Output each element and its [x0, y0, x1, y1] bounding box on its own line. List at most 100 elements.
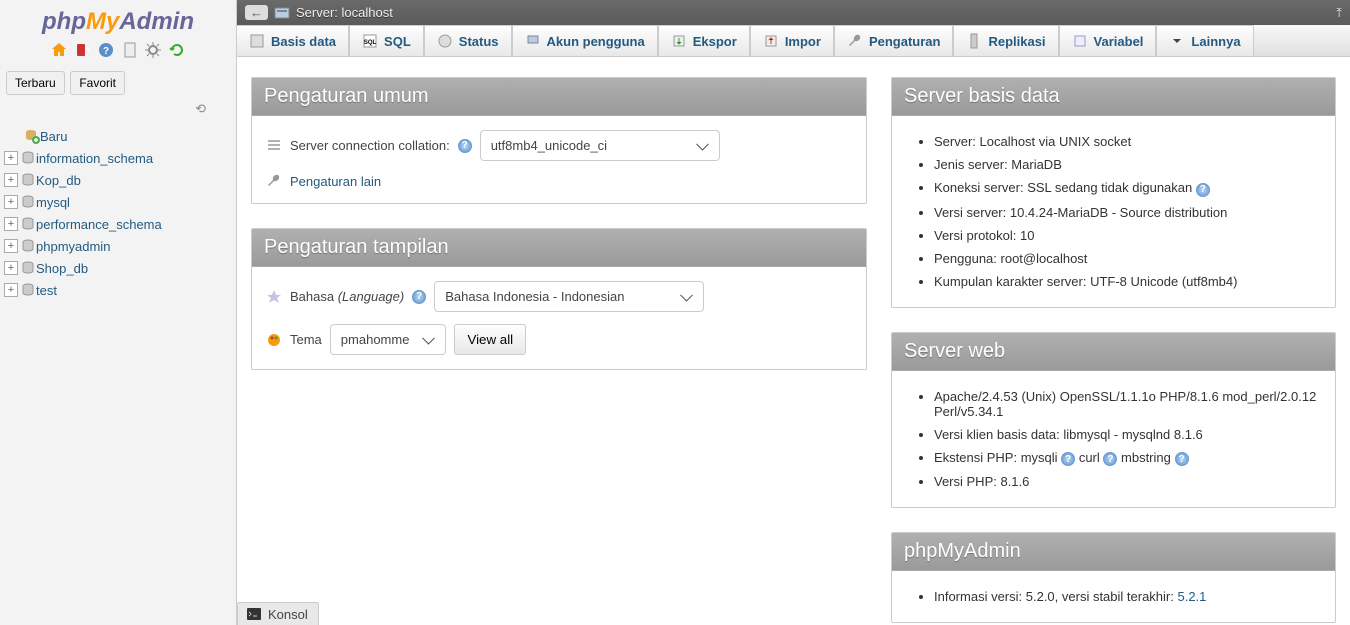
nav-databases[interactable]: Basis data — [237, 25, 349, 56]
db-tree-item[interactable]: + Shop_db — [0, 257, 236, 279]
nav-users[interactable]: Akun pengguna — [512, 25, 658, 56]
server-icon — [274, 5, 290, 21]
console-icon — [246, 606, 262, 622]
expand-icon[interactable]: + — [4, 151, 18, 165]
collapse-tree-icon[interactable]: ⟲ — [195, 101, 206, 116]
expand-icon[interactable]: + — [4, 195, 18, 209]
nav-more[interactable]: Lainnya — [1156, 25, 1253, 56]
view-all-themes-button[interactable]: View all — [454, 324, 526, 355]
docs-icon[interactable]: ? — [98, 42, 114, 58]
server-info-item: Versi protokol: 10 — [934, 224, 1321, 247]
db-tree-item[interactable]: + mysql — [0, 191, 236, 213]
logout-icon[interactable] — [75, 42, 91, 58]
nav-replication-icon — [966, 33, 982, 49]
server-info-item: Versi server: 10.4.24-MariaDB - Source d… — [934, 201, 1321, 224]
pma-version-info: Informasi versi: 5.2.0, versi stabil ter… — [934, 585, 1321, 608]
server-info-item: Jenis server: MariaDB — [934, 153, 1321, 176]
db-name: performance_schema — [36, 217, 162, 232]
help-icon[interactable]: ? — [412, 290, 426, 304]
expand-icon[interactable]: + — [4, 239, 18, 253]
nav-label: Impor — [785, 34, 821, 49]
panel-webserver-title: Server web — [892, 333, 1335, 371]
titlebar: ← Server: localhost ⤒ — [237, 0, 1350, 25]
help-icon[interactable]: ? — [1103, 452, 1117, 466]
db-name: Shop_db — [36, 261, 88, 276]
help-icon[interactable]: ? — [458, 139, 472, 153]
server-info-item: Kumpulan karakter server: UTF-8 Unicode … — [934, 270, 1321, 293]
panel-phpmyadmin: phpMyAdmin Informasi versi: 5.2.0, versi… — [891, 532, 1336, 623]
tab-recent[interactable]: Terbaru — [6, 71, 65, 95]
db-tree-item[interactable]: +information_schema — [0, 147, 236, 169]
db-name: phpmyadmin — [36, 239, 110, 254]
panel-general-settings: Pengaturan umum Server connection collat… — [251, 77, 867, 204]
db-tree-item[interactable]: + performance_schema — [0, 213, 236, 235]
nav-label: Lainnya — [1191, 34, 1240, 49]
database-icon — [20, 238, 36, 254]
nav-sql[interactable]: SQL SQL — [349, 25, 424, 56]
more-settings-link[interactable]: Pengaturan lain — [290, 174, 381, 189]
panel-appearance-title: Pengaturan tampilan — [252, 229, 866, 267]
nav-variables[interactable]: Variabel — [1059, 25, 1157, 56]
collation-label: Server connection collation: — [290, 138, 450, 153]
nav-status-icon — [437, 33, 453, 49]
db-name: test — [36, 283, 57, 298]
console-toggle[interactable]: Konsol — [237, 602, 319, 625]
nav-more-icon — [1169, 33, 1185, 49]
db-tree-item[interactable]: +Kop_db — [0, 169, 236, 191]
server-info-item: Pengguna: root@localhost — [934, 247, 1321, 270]
nav-settings-icon[interactable] — [145, 42, 161, 58]
db-tree-item[interactable]: + phpmyadmin — [0, 235, 236, 257]
expand-icon[interactable]: + — [4, 261, 18, 275]
nav-databases-icon — [249, 33, 265, 49]
expand-icon[interactable]: + — [4, 173, 18, 187]
nav-back-button[interactable]: ← — [245, 5, 268, 20]
nav-label: Status — [459, 34, 499, 49]
panel-web-server: Server web Apache/2.4.53 (Unix) OpenSSL/… — [891, 332, 1336, 509]
tab-favorites[interactable]: Favorit — [70, 71, 125, 95]
nav-status[interactable]: Status — [424, 25, 512, 56]
server-info-item: Koneksi server: SSL sedang tidak digunak… — [934, 176, 1321, 201]
new-database-link[interactable]: Baru — [0, 125, 236, 147]
apache-version: Apache/2.4.53 (Unix) OpenSSL/1.1.1o PHP/… — [934, 385, 1321, 423]
home-icon[interactable] — [51, 42, 67, 58]
database-icon — [20, 150, 36, 166]
theme-select[interactable]: pmahomme — [330, 324, 447, 355]
sql-doc-icon[interactable] — [122, 42, 138, 58]
wrench-icon — [266, 173, 282, 189]
language-icon — [266, 289, 282, 305]
nav-settings[interactable]: Pengaturan — [834, 25, 954, 56]
svg-text:SQL: SQL — [364, 40, 377, 46]
new-database-label: Baru — [40, 129, 67, 144]
db-name: mysql — [36, 195, 70, 210]
database-tree: Baru +information_schema+Kop_db+mysql+pe… — [0, 121, 236, 625]
server-breadcrumb[interactable]: Server: localhost — [296, 5, 393, 20]
db-tree-item[interactable]: + test — [0, 279, 236, 301]
panel-general-title: Pengaturan umum — [252, 78, 866, 116]
expand-icon[interactable]: + — [4, 217, 18, 231]
nav-replication[interactable]: Replikasi — [953, 25, 1058, 56]
collation-select[interactable]: utf8mb4_unicode_ci — [480, 130, 720, 161]
nav-export[interactable]: Ekspor — [658, 25, 750, 56]
pma-latest-version-link[interactable]: 5.2.1 — [1177, 589, 1206, 604]
sidebar-shortcut-row: ? — [0, 40, 236, 67]
help-icon[interactable]: ? — [1175, 452, 1189, 466]
nav-label: SQL — [384, 34, 411, 49]
expand-icon[interactable]: + — [4, 283, 18, 297]
nav-import-icon — [763, 33, 779, 49]
database-icon — [20, 216, 36, 232]
database-icon — [20, 172, 36, 188]
svg-text:?: ? — [103, 46, 109, 57]
panel-pma-title: phpMyAdmin — [892, 533, 1335, 571]
help-icon[interactable]: ? — [1196, 183, 1210, 197]
php-extensions: Ekstensi PHP: mysqli ? curl ? mbstring ? — [934, 446, 1321, 471]
phpmyadmin-logo[interactable]: phpMyAdmin — [0, 0, 236, 40]
help-icon[interactable]: ? — [1061, 452, 1075, 466]
language-select[interactable]: Bahasa Indonesia - Indonesian — [434, 281, 704, 312]
list-icon — [266, 138, 282, 154]
reload-icon[interactable] — [169, 42, 185, 58]
nav-import[interactable]: Impor — [750, 25, 834, 56]
panel-appearance: Pengaturan tampilan Bahasa (Language) ? … — [251, 228, 867, 370]
theme-label: Tema — [290, 332, 322, 347]
database-icon — [20, 282, 36, 298]
collapse-top-icon[interactable]: ⤒ — [1336, 5, 1342, 21]
